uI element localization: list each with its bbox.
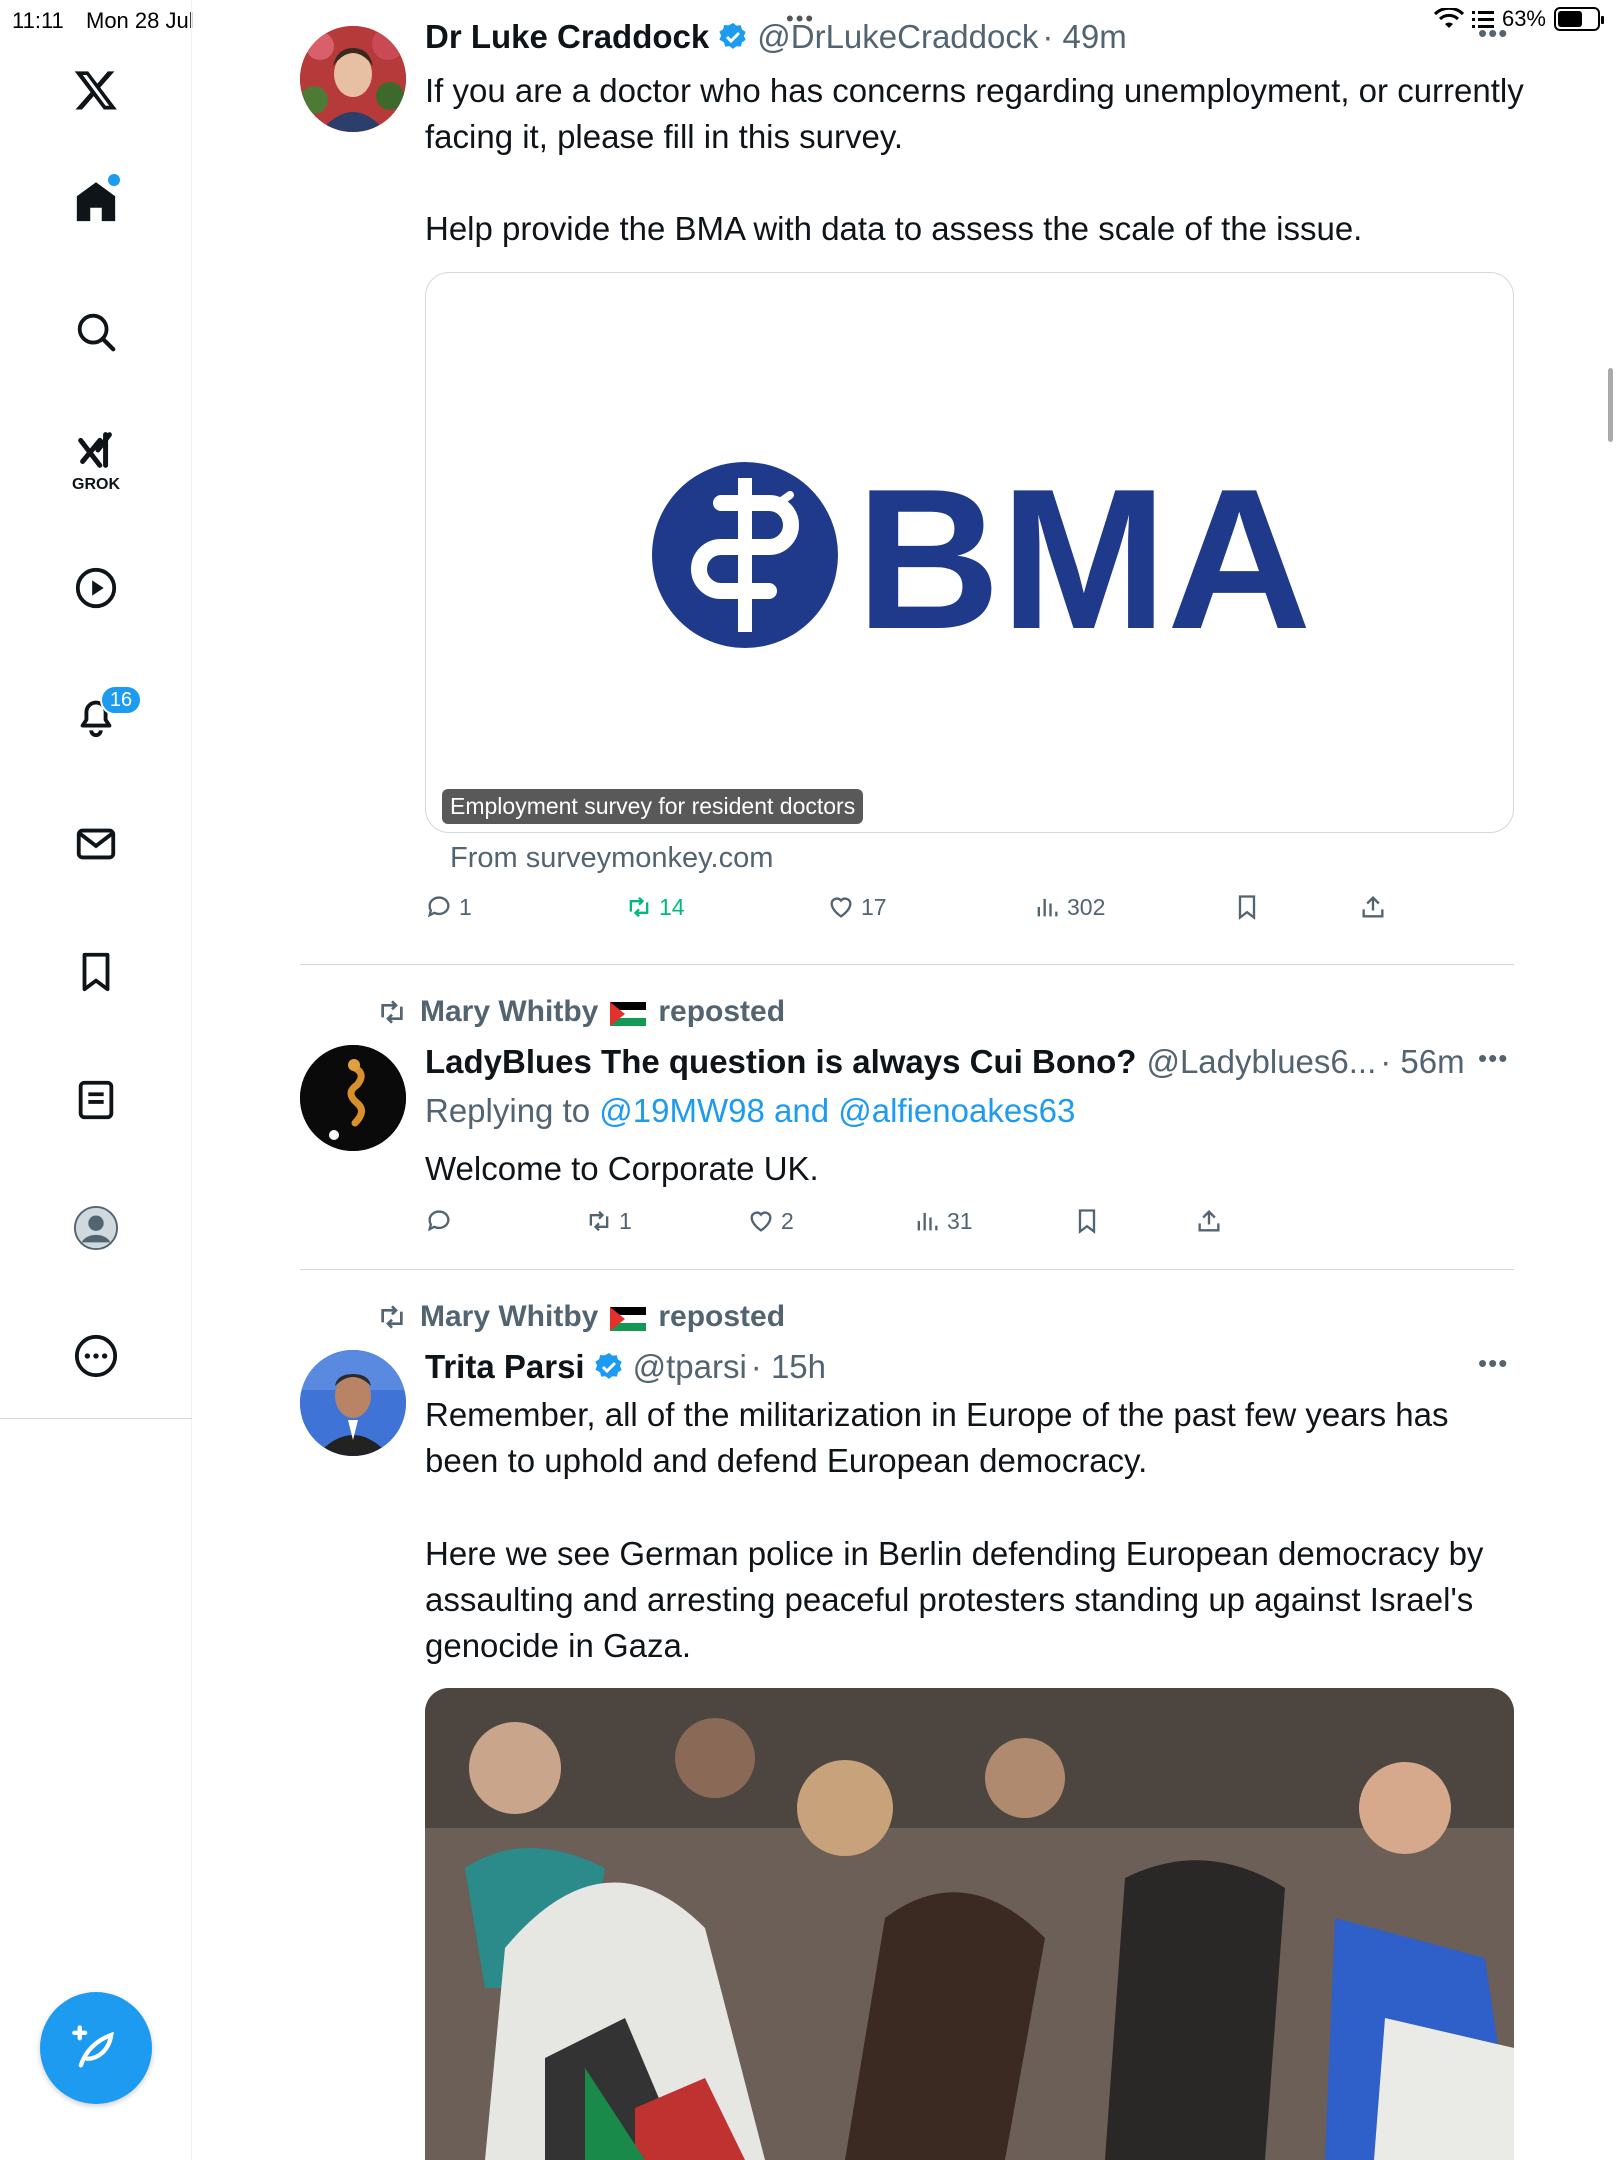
like-count: 2	[781, 1207, 794, 1234]
post-time[interactable]: · 49m	[1042, 18, 1126, 56]
notifications-badge: 16	[100, 685, 142, 715]
battery-percent: 63%	[1501, 6, 1546, 31]
share-icon	[1362, 896, 1384, 918]
bookmark-icon	[1238, 895, 1256, 920]
messages-envelope-icon[interactable]	[66, 814, 126, 874]
author-avatar[interactable]	[300, 1350, 406, 1456]
sidebar: GROK 16	[0, 0, 192, 2160]
reposted-label: reposted	[658, 995, 786, 1028]
repost-context-icon	[381, 1305, 403, 1329]
reply-count: 1	[459, 893, 472, 920]
post-header: LadyBlues The question is always Cui Bon…	[425, 1043, 1465, 1081]
reposter-name[interactable]: Mary Whitby	[420, 995, 598, 1029]
search-icon[interactable]	[66, 302, 126, 362]
views-chart-icon	[917, 1212, 938, 1231]
bma-logo-text: BMA	[856, 448, 1311, 671]
post-video-thumbnail[interactable]	[425, 1688, 1514, 2160]
bookmarks-icon[interactable]	[66, 942, 126, 1002]
author-handle[interactable]: @tparsi	[633, 1348, 747, 1386]
reply-button[interactable]: 1	[425, 893, 472, 921]
repost-button[interactable]: 14	[625, 893, 685, 921]
reposted-label: reposted	[658, 1300, 786, 1333]
post-time[interactable]: · 15h	[751, 1348, 826, 1386]
author-name[interactable]: Dr Luke Craddock	[425, 18, 709, 56]
author-name[interactable]: Trita Parsi	[425, 1348, 585, 1386]
post-divider	[300, 1269, 1514, 1270]
repost-context: Mary Whitby reposted	[376, 995, 785, 1029]
battery-icon	[1554, 7, 1604, 31]
post-header: Dr Luke Craddock @DrLukeCraddock · 49m	[425, 18, 1127, 56]
repost-context-icon	[381, 1000, 403, 1024]
like-button[interactable]: 17	[827, 893, 887, 921]
post-text: If you are a doctor who has concerns reg…	[425, 72, 1524, 155]
repost-button[interactable]: 1	[585, 1207, 632, 1235]
post-time[interactable]: · 56m	[1380, 1043, 1464, 1081]
more-options-icon[interactable]	[66, 1326, 126, 1386]
views-count: 302	[1067, 893, 1106, 920]
verified-badge-icon	[719, 23, 746, 49]
post-more-icon[interactable]: •••	[1478, 18, 1508, 49]
share-icon	[1198, 1210, 1220, 1232]
bookmark-button[interactable]	[1073, 1207, 1101, 1235]
reply-icon	[427, 896, 450, 918]
like-button[interactable]: 2	[747, 1207, 794, 1235]
reposter-name[interactable]: Mary Whitby	[420, 1300, 598, 1334]
post-divider	[300, 964, 1514, 965]
post-header: Trita Parsi @tparsi · 15h	[425, 1348, 826, 1386]
post-more-icon[interactable]: •••	[1478, 1043, 1508, 1074]
views-button[interactable]: 31	[913, 1207, 973, 1235]
x-logo-icon[interactable]	[66, 60, 126, 120]
views-count: 31	[947, 1207, 973, 1234]
author-name[interactable]: LadyBlues The question is always Cui Bon…	[425, 1043, 1136, 1081]
scrollbar[interactable]	[1608, 368, 1613, 442]
repost-icon	[629, 896, 649, 918]
home-unread-dot	[108, 174, 120, 186]
author-avatar[interactable]	[300, 26, 406, 132]
bookmark-icon	[1078, 1209, 1096, 1234]
share-button[interactable]	[1195, 1207, 1223, 1235]
video-icon[interactable]	[66, 558, 126, 618]
reply-button[interactable]	[425, 1207, 459, 1235]
palestine-flag-icon	[610, 1000, 647, 1026]
card-title-label: Employment survey for resident doctors	[442, 789, 864, 824]
sidebar-divider	[0, 1418, 192, 1419]
verified-badge-icon	[594, 1353, 622, 1379]
repost-count: 1	[619, 1207, 632, 1234]
repost-context: Mary Whitby reposted	[376, 1300, 785, 1334]
author-handle[interactable]: @DrLukeCraddock	[757, 18, 1038, 56]
link-card[interactable]: BMA Employment survey for resident docto…	[425, 272, 1514, 833]
post-text: Remember, all of the militarization in E…	[425, 1396, 1449, 1479]
heart-icon	[830, 897, 852, 918]
lists-icon[interactable]	[66, 1070, 126, 1130]
grok-label: GROK	[72, 476, 120, 493]
views-button[interactable]: 302	[1033, 893, 1105, 921]
like-count: 17	[861, 893, 887, 920]
wifi-icon	[1433, 8, 1464, 28]
battery-fill	[1558, 11, 1582, 27]
bma-logo: BMA	[652, 448, 1311, 671]
repost-count: 14	[659, 893, 685, 920]
compose-post-button[interactable]	[40, 1992, 152, 2104]
profile-avatar-icon[interactable]	[66, 1198, 126, 1258]
replying-to-users-link[interactable]: @19MW98 and @alfienoakes63	[599, 1092, 1075, 1129]
compose-feather-icon	[72, 2025, 114, 2068]
replying-to: Replying to @19MW98 and @alfienoakes63	[425, 1092, 1075, 1130]
status-right: 63%	[1433, 6, 1604, 32]
grok-icon[interactable]	[66, 420, 126, 480]
reply-icon	[427, 1210, 450, 1232]
heart-icon	[750, 1211, 772, 1232]
post-text-2: Here we see German police in Berlin defe…	[425, 1535, 1484, 1664]
bookmark-button[interactable]	[1233, 893, 1261, 921]
views-chart-icon	[1037, 898, 1058, 917]
palestine-flag-icon	[610, 1305, 647, 1331]
repost-icon	[589, 1210, 609, 1232]
post-text-2: Help provide the BMA with data to assess…	[425, 210, 1363, 247]
author-avatar[interactable]	[300, 1045, 406, 1151]
post-more-icon[interactable]: •••	[1478, 1348, 1508, 1379]
replying-to-prefix: Replying to	[425, 1092, 591, 1129]
post-text: Welcome to Corporate UK.	[425, 1150, 819, 1187]
author-handle[interactable]: @Ladyblues6...	[1146, 1043, 1376, 1081]
share-button[interactable]	[1359, 893, 1387, 921]
card-source[interactable]: From surveymonkey.com	[450, 842, 773, 875]
